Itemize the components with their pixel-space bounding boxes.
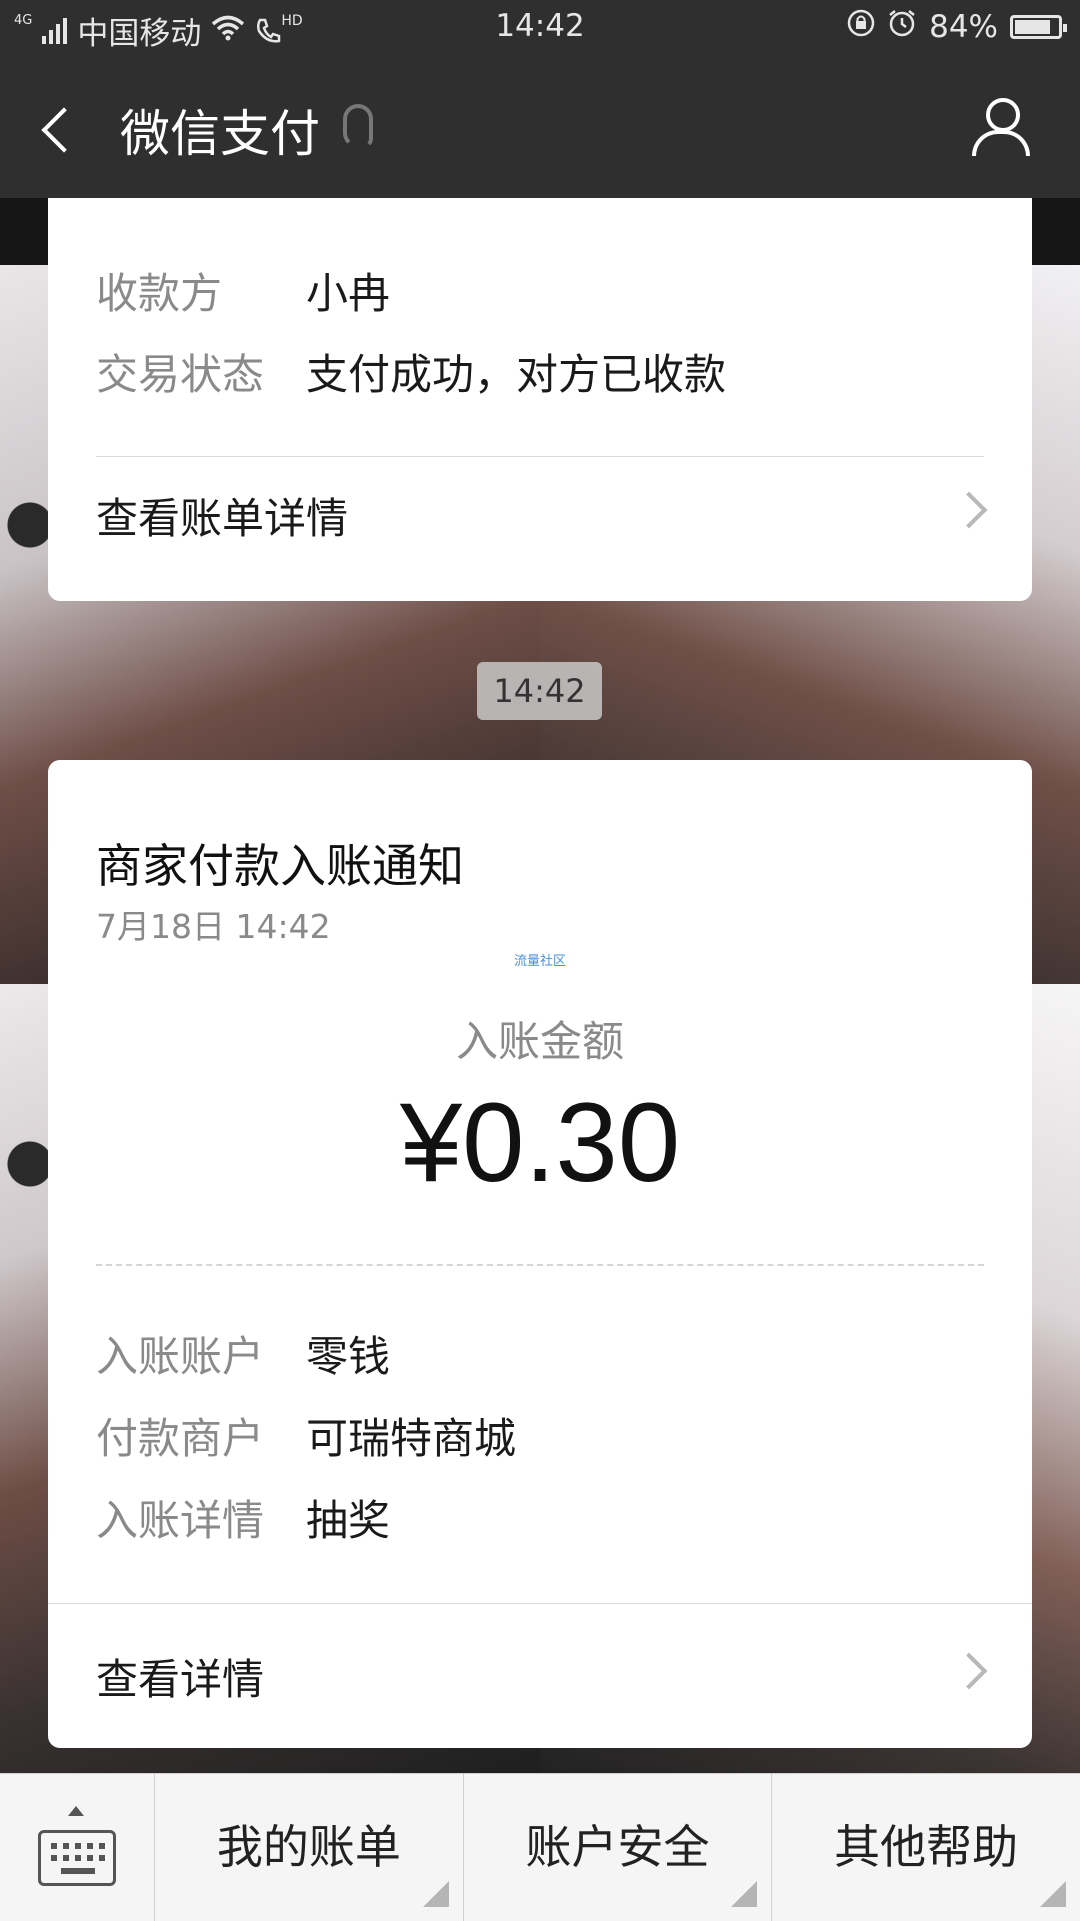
notice-date: 7月18日 14:42 — [96, 907, 331, 946]
keyboard-toggle-button[interactable] — [0, 1774, 155, 1921]
row-label: 收款方 — [96, 269, 223, 318]
info-row: 入账详情 抽奖 — [96, 1487, 390, 1548]
battery-icon — [1010, 15, 1067, 39]
row-label: 交易状态 — [96, 350, 265, 399]
divider — [48, 1603, 1032, 1604]
menu-account-security[interactable]: 账户安全 — [464, 1774, 773, 1921]
menu-label: 我的账单 — [216, 1820, 401, 1874]
amount-value: ¥0.30 — [399, 1080, 681, 1205]
profile-icon[interactable] — [972, 98, 1030, 158]
info-row: 付款商户 可瑞特商城 — [96, 1405, 516, 1466]
submenu-indicator-icon — [731, 1881, 758, 1907]
amount-label: 入账金额 — [455, 1017, 624, 1066]
keyboard-icon — [38, 1830, 116, 1886]
earpiece-mode-icon — [343, 104, 373, 148]
menu-label: 账户安全 — [525, 1820, 710, 1874]
watermark-text: 流量社区 — [513, 954, 566, 969]
status-bar: 4G 中国移动 HD 14:42 84% — [0, 0, 1080, 56]
row-value: 小冉 — [306, 269, 391, 318]
bottom-menu-bar: 我的账单 账户安全 其他帮助 — [0, 1773, 1080, 1921]
notice-title: 商家付款入账通知 — [96, 839, 464, 893]
row-value: 可瑞特商城 — [306, 1414, 517, 1463]
alarm-icon — [887, 8, 917, 46]
chevron-right-icon — [950, 491, 988, 529]
info-row: 交易状态 支付成功，对方已收款 — [96, 341, 726, 402]
row-value: 抽奖 — [306, 1496, 391, 1545]
chevron-right-icon — [950, 1652, 988, 1690]
menu-my-bills[interactable]: 我的账单 — [155, 1774, 464, 1921]
status-right: 84% — [847, 8, 1067, 46]
info-row: 入账账户 零钱 — [96, 1323, 390, 1384]
row-value: 支付成功，对方已收款 — [306, 350, 727, 399]
view-bill-details-link[interactable]: 查看账单详情 — [48, 457, 1032, 567]
dashed-divider — [96, 1264, 984, 1266]
row-label: 入账详情 — [96, 1496, 265, 1545]
info-row: 收款方 小冉 — [96, 260, 390, 321]
rotation-lock-icon — [847, 9, 875, 45]
menu-other-help[interactable]: 其他帮助 — [772, 1774, 1080, 1921]
row-label: 付款商户 — [96, 1414, 265, 1463]
submenu-indicator-icon — [1040, 1881, 1067, 1907]
back-arrow-icon[interactable] — [36, 100, 86, 156]
link-label: 查看账单详情 — [96, 494, 349, 543]
battery-fill — [1015, 20, 1050, 34]
view-details-link[interactable]: 查看详情 — [48, 1618, 1032, 1728]
menu-label: 其他帮助 — [834, 1820, 1019, 1874]
nav-bar: 微信支付 — [0, 56, 1080, 198]
row-label: 入账账户 — [96, 1332, 265, 1381]
row-value: 零钱 — [306, 1332, 391, 1381]
battery-percent: 84% — [929, 9, 998, 45]
merchant-payment-notice-card: 商家付款入账通知 7月18日 14:42 流量社区 入账金额 ¥0.30 入账账… — [48, 760, 1032, 1748]
link-label: 查看详情 — [96, 1655, 265, 1704]
payment-message-card: 收款方 小冉 交易状态 支付成功，对方已收款 查看账单详情 — [48, 198, 1032, 601]
expand-up-icon — [68, 1806, 84, 1816]
page-title: 微信支付 — [120, 105, 320, 163]
message-timestamp: 14:42 — [477, 662, 602, 720]
submenu-indicator-icon — [422, 1881, 449, 1907]
